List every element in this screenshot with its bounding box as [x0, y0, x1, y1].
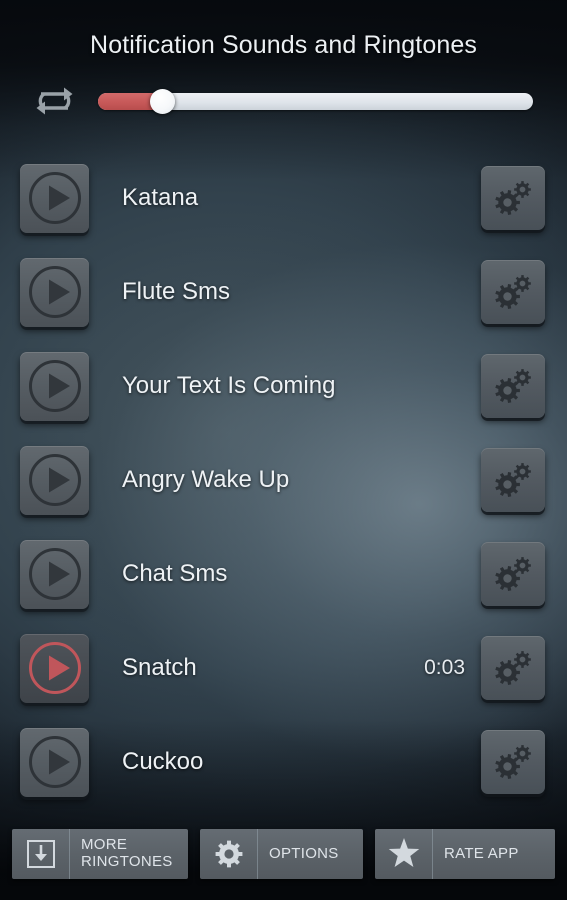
ringtone-row[interactable]: Cuckoo [0, 715, 567, 809]
ringtone-row[interactable]: Your Text Is Coming [0, 339, 567, 433]
ringtone-name: Cuckoo [122, 748, 204, 775]
volume-slider[interactable] [98, 89, 533, 114]
star-icon [375, 829, 433, 879]
bottom-button-more[interactable]: MORE RINGTONES [12, 829, 188, 879]
gears-icon[interactable] [481, 354, 545, 418]
download-icon [12, 829, 70, 879]
ringtone-name: Katana [122, 184, 199, 211]
ringtone-row[interactable]: Flute Sms [0, 245, 567, 339]
gears-icon[interactable] [481, 448, 545, 512]
page-title: Notification Sounds and Ringtones [90, 31, 477, 59]
play-icon[interactable] [20, 539, 89, 609]
bottom-button-label: MORE RINGTONES [81, 836, 173, 870]
bottom-toolbar: MORE RINGTONES OPTIONS RATE APP [0, 822, 567, 900]
repeat-loop-icon[interactable] [27, 83, 82, 119]
gears-icon[interactable] [481, 636, 545, 700]
bottom-button-options[interactable]: OPTIONS [200, 829, 363, 879]
ringtone-name: Snatch [122, 654, 197, 681]
ringtone-row[interactable]: Chat Sms [0, 527, 567, 621]
ringtone-name: Chat Sms [122, 560, 228, 587]
slider-fill [98, 93, 155, 110]
slider-thumb[interactable] [149, 89, 175, 114]
ringtone-name: Angry Wake Up [122, 466, 290, 493]
ringtone-list: Katana Flute Sms Your Text Is Coming Angry … [0, 151, 567, 819]
ringtone-duration: 0:03 [424, 656, 465, 679]
gears-icon[interactable] [481, 542, 545, 606]
play-icon[interactable] [20, 633, 89, 703]
gears-icon[interactable] [481, 730, 545, 794]
play-icon[interactable] [20, 445, 89, 515]
bottom-button-rate[interactable]: RATE APP [375, 829, 555, 879]
ringtone-row[interactable]: Snatch 0:03 [0, 621, 567, 715]
bottom-button-label: OPTIONS [269, 844, 339, 862]
play-icon[interactable] [20, 727, 89, 797]
ringtone-row[interactable]: Katana [0, 151, 567, 245]
gear-icon [200, 829, 258, 879]
play-icon[interactable] [20, 351, 89, 421]
ringtone-name: Your Text Is Coming [122, 372, 336, 399]
gears-icon[interactable] [481, 166, 545, 230]
play-icon[interactable] [20, 257, 89, 327]
bottom-button-label: RATE APP [444, 844, 519, 862]
app-screen: Notification Sounds and Ringtones Katana… [0, 0, 567, 900]
play-icon[interactable] [20, 163, 89, 233]
ringtone-name: Flute Sms [122, 278, 231, 305]
ringtone-row[interactable]: Angry Wake Up [0, 433, 567, 527]
gears-icon[interactable] [481, 260, 545, 324]
